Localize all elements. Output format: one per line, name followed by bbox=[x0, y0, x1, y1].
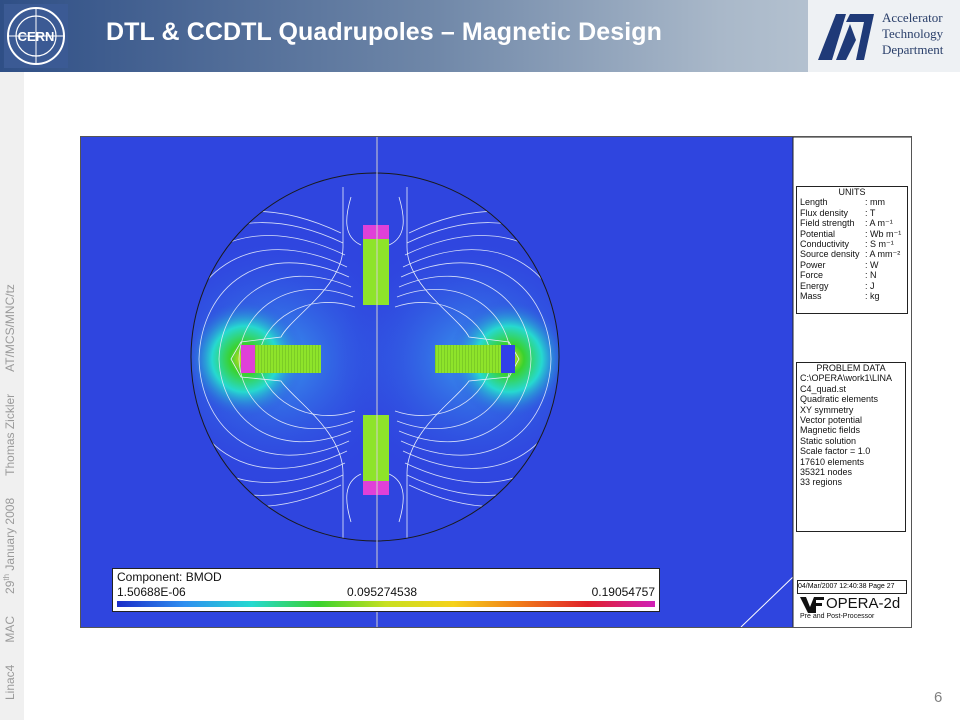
quadrupole-field-map bbox=[81, 137, 911, 627]
problem-line: Vector potential bbox=[800, 415, 863, 426]
side-author: Thomas Zickler bbox=[3, 393, 17, 476]
units-key: Conductivity bbox=[800, 239, 850, 250]
units-key: Field strength bbox=[800, 218, 855, 229]
units-key: Length bbox=[800, 197, 828, 208]
units-value: : A mm⁻² bbox=[865, 249, 901, 260]
units-row: Mass : kg bbox=[797, 291, 907, 301]
coil-left bbox=[241, 345, 255, 373]
department-line-2: Technology bbox=[882, 26, 944, 41]
problem-line: 17610 elements bbox=[800, 456, 865, 467]
field-plot bbox=[80, 136, 912, 628]
slide-header: CERN DTL & CCDTL Quadrupoles – Magnetic … bbox=[0, 0, 960, 72]
department-name: Accelerator Technology Department bbox=[882, 10, 943, 58]
legend-gradient-bar bbox=[117, 601, 655, 607]
problem-line: C4_quad.st bbox=[800, 383, 847, 394]
units-value: : A m⁻¹ bbox=[865, 218, 893, 229]
software-name: OPERA-2d bbox=[826, 595, 901, 612]
units-row: Conductivity : S m⁻¹ bbox=[797, 239, 907, 249]
opera-logo-icon bbox=[800, 597, 824, 613]
units-value: : S m⁻¹ bbox=[865, 239, 894, 250]
software-badge: OPERA-2d Pre and Post-Processor bbox=[796, 594, 908, 624]
units-row: Length : mm bbox=[797, 197, 907, 207]
problem-line: Quadratic elements bbox=[800, 394, 879, 405]
units-value: : Wb m⁻¹ bbox=[865, 228, 902, 239]
legend-component: Component: BMOD bbox=[117, 570, 222, 584]
problem-line: Magnetic fields bbox=[800, 425, 861, 436]
units-row: Flux density : T bbox=[797, 208, 907, 218]
side-date-suffix: th bbox=[2, 573, 11, 581]
side-meeting: MAC bbox=[3, 615, 17, 643]
color-scale-legend: Component: BMOD 1.50688E-06 0.095274538 … bbox=[112, 568, 660, 612]
pole-right bbox=[435, 345, 501, 373]
units-key: Power bbox=[800, 259, 826, 270]
problem-line: Static solution bbox=[800, 435, 857, 446]
problem-line: 33 regions bbox=[800, 477, 843, 488]
units-row: Power : W bbox=[797, 260, 907, 270]
units-row: Field strength : A m⁻¹ bbox=[797, 218, 907, 228]
units-value: : kg bbox=[865, 291, 880, 302]
pole-bottom bbox=[363, 415, 389, 481]
cern-logo-icon: CERN bbox=[4, 4, 68, 68]
units-key: Flux density bbox=[800, 207, 849, 218]
units-value: : T bbox=[865, 207, 876, 218]
legend-min-value: 1.50688E-06 bbox=[117, 585, 186, 599]
units-value: : J bbox=[865, 280, 875, 291]
units-value: : N bbox=[865, 270, 877, 281]
problem-data-panel: PROBLEM DATA C:\OPERA\work1\LINA C4_quad… bbox=[796, 362, 906, 532]
cern-logo-text: CERN bbox=[18, 29, 55, 44]
pole-left bbox=[255, 345, 321, 373]
problem-line: 35321 nodes bbox=[800, 467, 853, 478]
units-value: : W bbox=[865, 259, 879, 270]
units-row: Source density : A mm⁻² bbox=[797, 249, 907, 259]
units-value: : mm bbox=[865, 197, 885, 208]
page-number: 6 bbox=[934, 689, 943, 706]
units-row: Force : N bbox=[797, 270, 907, 280]
problem-title: PROBLEM DATA bbox=[816, 363, 886, 373]
at-department-logo-icon bbox=[818, 14, 874, 60]
side-group: AT/MCS/MNC/tz bbox=[3, 284, 17, 372]
side-event: Linac4 bbox=[3, 664, 17, 700]
problem-line: C:\OPERA\work1\LINA bbox=[800, 373, 893, 384]
legend-mid-value: 0.095274538 bbox=[347, 585, 418, 599]
units-panel: UNITS Length : mm Flux density : T Field s… bbox=[796, 186, 908, 314]
department-logo-box: Accelerator Technology Department bbox=[808, 0, 960, 72]
units-title: UNITS bbox=[838, 187, 866, 197]
problem-line: XY symmetry bbox=[800, 404, 854, 415]
units-row: Energy : J bbox=[797, 281, 907, 291]
department-line-1: Accelerator bbox=[882, 10, 943, 25]
coil-bottom bbox=[363, 481, 389, 495]
units-key: Mass bbox=[800, 291, 822, 302]
side-footer-text: Linac4 MAC 29th January 2008 Thomas Zickler… bbox=[2, 262, 17, 700]
legend-max-value: 0.19054757 bbox=[591, 585, 655, 599]
coil-right bbox=[501, 345, 515, 373]
coil-top bbox=[363, 225, 389, 239]
units-row: Potential : Wb m⁻¹ bbox=[797, 229, 907, 239]
side-date-rest: January 2008 bbox=[3, 497, 17, 574]
side-date-day: 29 bbox=[3, 580, 17, 594]
timestamp-box: 04/Mar/2007 12:40:38 Page 27 bbox=[797, 580, 907, 594]
problem-line: Scale factor = 1.0 bbox=[800, 446, 871, 457]
side-date: 29th January 2008 bbox=[2, 497, 17, 594]
units-key: Source density bbox=[800, 249, 860, 260]
page-title: DTL & CCDTL Quadrupoles – Magnetic Desig… bbox=[106, 18, 663, 46]
units-key: Force bbox=[800, 270, 824, 281]
software-subtitle: Pre and Post-Processor bbox=[800, 613, 875, 620]
department-line-3: Department bbox=[882, 42, 944, 57]
units-key: Energy bbox=[800, 280, 829, 291]
units-key: Potential bbox=[800, 228, 836, 239]
pole-top bbox=[363, 239, 389, 305]
